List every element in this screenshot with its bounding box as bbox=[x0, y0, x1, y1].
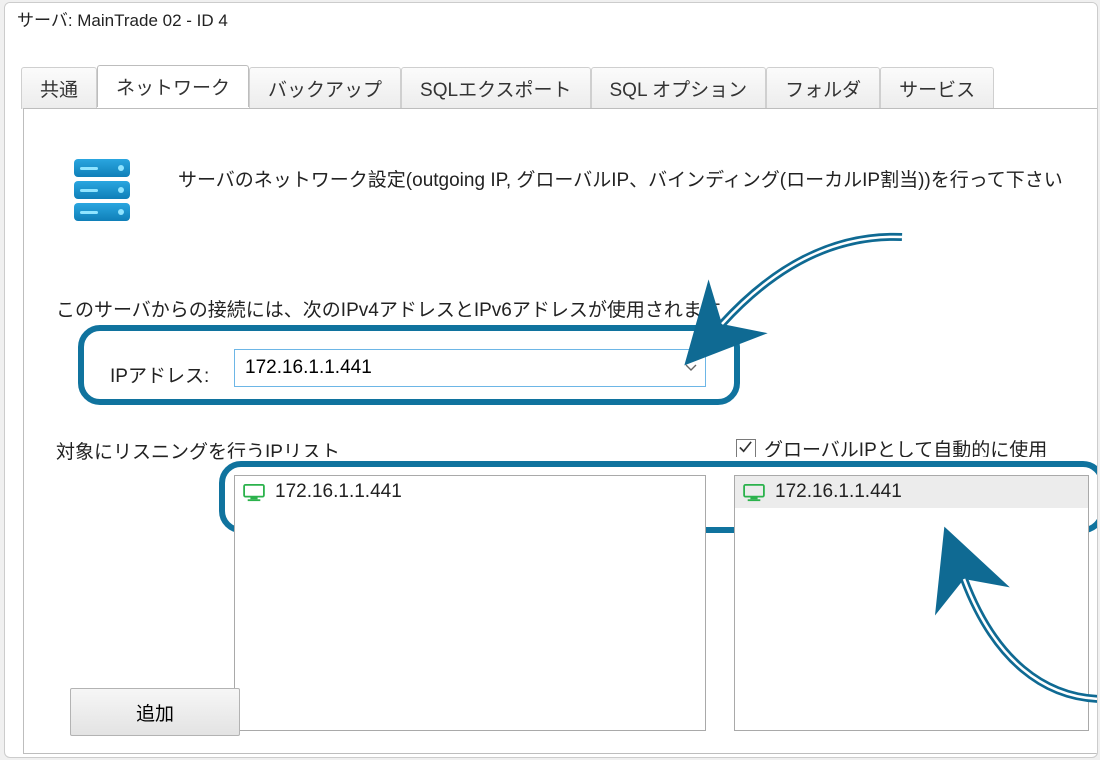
listening-list-label: 対象にリスニングを行うIPリスト bbox=[56, 437, 340, 464]
monitor-icon bbox=[743, 484, 765, 500]
tab-backup[interactable]: バックアップ bbox=[249, 67, 401, 109]
window-title: サーバ: MainTrade 02 - ID 4 bbox=[5, 3, 1097, 39]
global-ip-checkbox-row[interactable]: グローバルIPとして自動的に使用 bbox=[736, 435, 1047, 462]
tab-folder[interactable]: フォルダ bbox=[766, 67, 880, 109]
list-item-ip: 172.16.1.1.441 bbox=[275, 481, 402, 503]
global-ip-listbox[interactable]: 172.16.1.1.441 bbox=[734, 475, 1089, 731]
tab-panel-network: サーバのネットワーク設定(outgoing IP, グローバルIP、バインディン… bbox=[23, 108, 1098, 754]
ip-address-input[interactable] bbox=[235, 350, 705, 386]
ip-address-combo[interactable] bbox=[234, 349, 706, 387]
tab-strip: 共通 ネットワーク バックアップ SQLエクスポート SQL オプション フォル… bbox=[21, 67, 1097, 107]
tab-network[interactable]: ネットワーク bbox=[97, 65, 249, 107]
description-row: サーバのネットワーク設定(outgoing IP, グローバルIP、バインディン… bbox=[74, 159, 1063, 239]
connection-subheading: このサーバからの接続には、次のIPv4アドレスとIPv6アドレスが使用されます bbox=[56, 295, 721, 322]
global-ip-checkbox-label: グローバルIPとして自動的に使用 bbox=[764, 435, 1047, 462]
tab-service[interactable]: サービス bbox=[880, 67, 994, 109]
list-item[interactable]: 172.16.1.1.441 bbox=[735, 476, 1088, 508]
description-text: サーバのネットワーク設定(outgoing IP, グローバルIP、バインディン… bbox=[178, 159, 1063, 192]
list-item[interactable]: 172.16.1.1.441 bbox=[235, 476, 705, 508]
server-stack-icon bbox=[74, 159, 130, 239]
ip-label: IPアドレス: bbox=[110, 361, 209, 388]
list-item-ip: 172.16.1.1.441 bbox=[775, 481, 902, 503]
tabs-container: 共通 ネットワーク バックアップ SQLエクスポート SQL オプション フォル… bbox=[21, 67, 1097, 107]
add-button[interactable]: 追加 bbox=[70, 688, 240, 736]
tab-sql-export[interactable]: SQLエクスポート bbox=[401, 67, 590, 109]
curved-arrow-icon bbox=[712, 229, 922, 349]
tab-sql-options[interactable]: SQL オプション bbox=[591, 67, 767, 109]
global-ip-checkbox[interactable] bbox=[736, 439, 756, 459]
monitor-icon bbox=[243, 484, 265, 500]
tab-common[interactable]: 共通 bbox=[21, 67, 97, 109]
listening-ip-listbox[interactable]: 172.16.1.1.441 bbox=[234, 475, 706, 731]
server-settings-window: サーバ: MainTrade 02 - ID 4 共通 ネットワーク バックアッ… bbox=[4, 2, 1098, 758]
